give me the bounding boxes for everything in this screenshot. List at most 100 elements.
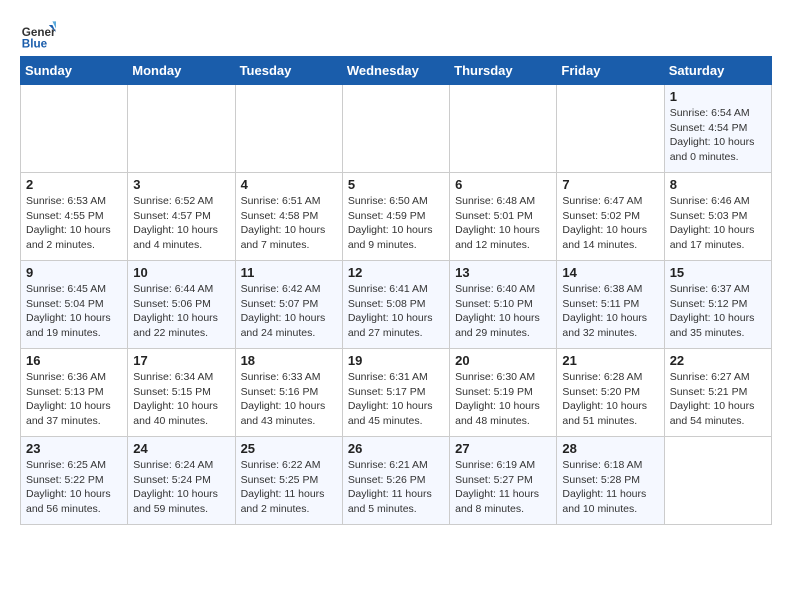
- day-number: 16: [26, 353, 122, 368]
- svg-text:Blue: Blue: [22, 38, 48, 51]
- calendar-cell: 28 Sunrise: 6:18 AM Sunset: 5:28 PM Dayli…: [557, 437, 664, 525]
- day-number: 9: [26, 265, 122, 280]
- weekday-header-row: SundayMondayTuesdayWednesdayThursdayFrid…: [21, 57, 772, 85]
- calendar-cell: 12 Sunrise: 6:41 AM Sunset: 5:08 PM Dayli…: [342, 261, 449, 349]
- day-info: Sunrise: 6:22 AM Sunset: 5:25 PM Dayligh…: [241, 458, 337, 517]
- calendar-page: General Blue SundayMondayTuesdayWednesda…: [0, 0, 792, 541]
- day-info: Sunrise: 6:46 AM Sunset: 5:03 PM Dayligh…: [670, 194, 766, 253]
- calendar-cell: [128, 85, 235, 173]
- day-info: Sunrise: 6:52 AM Sunset: 4:57 PM Dayligh…: [133, 194, 229, 253]
- day-number: 6: [455, 177, 551, 192]
- day-number: 8: [670, 177, 766, 192]
- logo-icon: General Blue: [20, 16, 56, 52]
- weekday-header-friday: Friday: [557, 57, 664, 85]
- calendar-cell: [450, 85, 557, 173]
- day-number: 20: [455, 353, 551, 368]
- day-info: Sunrise: 6:45 AM Sunset: 5:04 PM Dayligh…: [26, 282, 122, 341]
- calendar-cell: 11 Sunrise: 6:42 AM Sunset: 5:07 PM Dayli…: [235, 261, 342, 349]
- calendar-week-2: 2 Sunrise: 6:53 AM Sunset: 4:55 PM Daylig…: [21, 173, 772, 261]
- day-info: Sunrise: 6:53 AM Sunset: 4:55 PM Dayligh…: [26, 194, 122, 253]
- calendar-week-1: 1Sunrise: 6:54 AM Sunset: 4:54 PM Daylig…: [21, 85, 772, 173]
- day-info: Sunrise: 6:37 AM Sunset: 5:12 PM Dayligh…: [670, 282, 766, 341]
- calendar-cell: 26Sunrise: 6:21 AM Sunset: 5:26 PM Dayli…: [342, 437, 449, 525]
- calendar-week-3: 9 Sunrise: 6:45 AM Sunset: 5:04 PM Daylig…: [21, 261, 772, 349]
- day-number: 24: [133, 441, 229, 456]
- day-number: 14: [562, 265, 658, 280]
- day-number: 13: [455, 265, 551, 280]
- calendar-cell: 10 Sunrise: 6:44 AM Sunset: 5:06 PM Dayli…: [128, 261, 235, 349]
- day-info: Sunrise: 6:27 AM Sunset: 5:21 PM Dayligh…: [670, 370, 766, 429]
- logo: General Blue: [20, 16, 60, 52]
- calendar-cell: 14 Sunrise: 6:38 AM Sunset: 5:11 PM Dayli…: [557, 261, 664, 349]
- calendar-cell: 3 Sunrise: 6:52 AM Sunset: 4:57 PM Daylig…: [128, 173, 235, 261]
- calendar-cell: 22 Sunrise: 6:27 AM Sunset: 5:21 PM Dayli…: [664, 349, 771, 437]
- day-number: 5: [348, 177, 444, 192]
- calendar-cell: 20 Sunrise: 6:30 AM Sunset: 5:19 PM Dayli…: [450, 349, 557, 437]
- calendar-cell: 5 Sunrise: 6:50 AM Sunset: 4:59 PM Daylig…: [342, 173, 449, 261]
- calendar-cell: 8 Sunrise: 6:46 AM Sunset: 5:03 PM Daylig…: [664, 173, 771, 261]
- day-number: 3: [133, 177, 229, 192]
- day-number: 17: [133, 353, 229, 368]
- calendar-cell: 6Sunrise: 6:48 AM Sunset: 5:01 PM Daylig…: [450, 173, 557, 261]
- day-info: Sunrise: 6:19 AM Sunset: 5:27 PM Dayligh…: [455, 458, 551, 517]
- day-number: 15: [670, 265, 766, 280]
- day-info: Sunrise: 6:40 AM Sunset: 5:10 PM Dayligh…: [455, 282, 551, 341]
- weekday-header-saturday: Saturday: [664, 57, 771, 85]
- day-number: 7: [562, 177, 658, 192]
- day-info: Sunrise: 6:38 AM Sunset: 5:11 PM Dayligh…: [562, 282, 658, 341]
- calendar-cell: 24 Sunrise: 6:24 AM Sunset: 5:24 PM Dayli…: [128, 437, 235, 525]
- day-number: 27: [455, 441, 551, 456]
- calendar-cell: 19Sunrise: 6:31 AM Sunset: 5:17 PM Dayli…: [342, 349, 449, 437]
- calendar-cell: 27 Sunrise: 6:19 AM Sunset: 5:27 PM Dayli…: [450, 437, 557, 525]
- day-info: Sunrise: 6:42 AM Sunset: 5:07 PM Dayligh…: [241, 282, 337, 341]
- weekday-header-thursday: Thursday: [450, 57, 557, 85]
- day-number: 28: [562, 441, 658, 456]
- calendar-cell: [664, 437, 771, 525]
- day-number: 2: [26, 177, 122, 192]
- day-info: Sunrise: 6:25 AM Sunset: 5:22 PM Dayligh…: [26, 458, 122, 517]
- calendar-cell: 25 Sunrise: 6:22 AM Sunset: 5:25 PM Dayli…: [235, 437, 342, 525]
- day-number: 19: [348, 353, 444, 368]
- day-info: Sunrise: 6:18 AM Sunset: 5:28 PM Dayligh…: [562, 458, 658, 517]
- day-number: 18: [241, 353, 337, 368]
- calendar-cell: [21, 85, 128, 173]
- day-number: 11: [241, 265, 337, 280]
- day-info: Sunrise: 6:47 AM Sunset: 5:02 PM Dayligh…: [562, 194, 658, 253]
- calendar-cell: 23Sunrise: 6:25 AM Sunset: 5:22 PM Dayli…: [21, 437, 128, 525]
- calendar-cell: 9 Sunrise: 6:45 AM Sunset: 5:04 PM Daylig…: [21, 261, 128, 349]
- calendar-cell: [235, 85, 342, 173]
- day-number: 10: [133, 265, 229, 280]
- day-info: Sunrise: 6:36 AM Sunset: 5:13 PM Dayligh…: [26, 370, 122, 429]
- calendar-table: SundayMondayTuesdayWednesdayThursdayFrid…: [20, 56, 772, 525]
- day-number: 4: [241, 177, 337, 192]
- header: General Blue: [20, 16, 772, 52]
- day-number: 25: [241, 441, 337, 456]
- calendar-cell: 1Sunrise: 6:54 AM Sunset: 4:54 PM Daylig…: [664, 85, 771, 173]
- day-number: 26: [348, 441, 444, 456]
- day-number: 22: [670, 353, 766, 368]
- day-number: 12: [348, 265, 444, 280]
- calendar-week-5: 23Sunrise: 6:25 AM Sunset: 5:22 PM Dayli…: [21, 437, 772, 525]
- day-info: Sunrise: 6:41 AM Sunset: 5:08 PM Dayligh…: [348, 282, 444, 341]
- calendar-cell: 2 Sunrise: 6:53 AM Sunset: 4:55 PM Daylig…: [21, 173, 128, 261]
- weekday-header-sunday: Sunday: [21, 57, 128, 85]
- calendar-cell: [342, 85, 449, 173]
- day-info: Sunrise: 6:24 AM Sunset: 5:24 PM Dayligh…: [133, 458, 229, 517]
- day-info: Sunrise: 6:33 AM Sunset: 5:16 PM Dayligh…: [241, 370, 337, 429]
- calendar-cell: 16 Sunrise: 6:36 AM Sunset: 5:13 PM Dayli…: [21, 349, 128, 437]
- calendar-cell: 13 Sunrise: 6:40 AM Sunset: 5:10 PM Dayli…: [450, 261, 557, 349]
- day-info: Sunrise: 6:30 AM Sunset: 5:19 PM Dayligh…: [455, 370, 551, 429]
- calendar-week-4: 16 Sunrise: 6:36 AM Sunset: 5:13 PM Dayli…: [21, 349, 772, 437]
- calendar-cell: 15 Sunrise: 6:37 AM Sunset: 5:12 PM Dayli…: [664, 261, 771, 349]
- weekday-header-wednesday: Wednesday: [342, 57, 449, 85]
- day-info: Sunrise: 6:44 AM Sunset: 5:06 PM Dayligh…: [133, 282, 229, 341]
- calendar-cell: 17 Sunrise: 6:34 AM Sunset: 5:15 PM Dayli…: [128, 349, 235, 437]
- day-number: 21: [562, 353, 658, 368]
- calendar-cell: 7 Sunrise: 6:47 AM Sunset: 5:02 PM Daylig…: [557, 173, 664, 261]
- weekday-header-monday: Monday: [128, 57, 235, 85]
- day-info: Sunrise: 6:51 AM Sunset: 4:58 PM Dayligh…: [241, 194, 337, 253]
- day-info: Sunrise: 6:54 AM Sunset: 4:54 PM Dayligh…: [670, 106, 766, 165]
- day-info: Sunrise: 6:34 AM Sunset: 5:15 PM Dayligh…: [133, 370, 229, 429]
- calendar-cell: 18 Sunrise: 6:33 AM Sunset: 5:16 PM Dayli…: [235, 349, 342, 437]
- day-info: Sunrise: 6:50 AM Sunset: 4:59 PM Dayligh…: [348, 194, 444, 253]
